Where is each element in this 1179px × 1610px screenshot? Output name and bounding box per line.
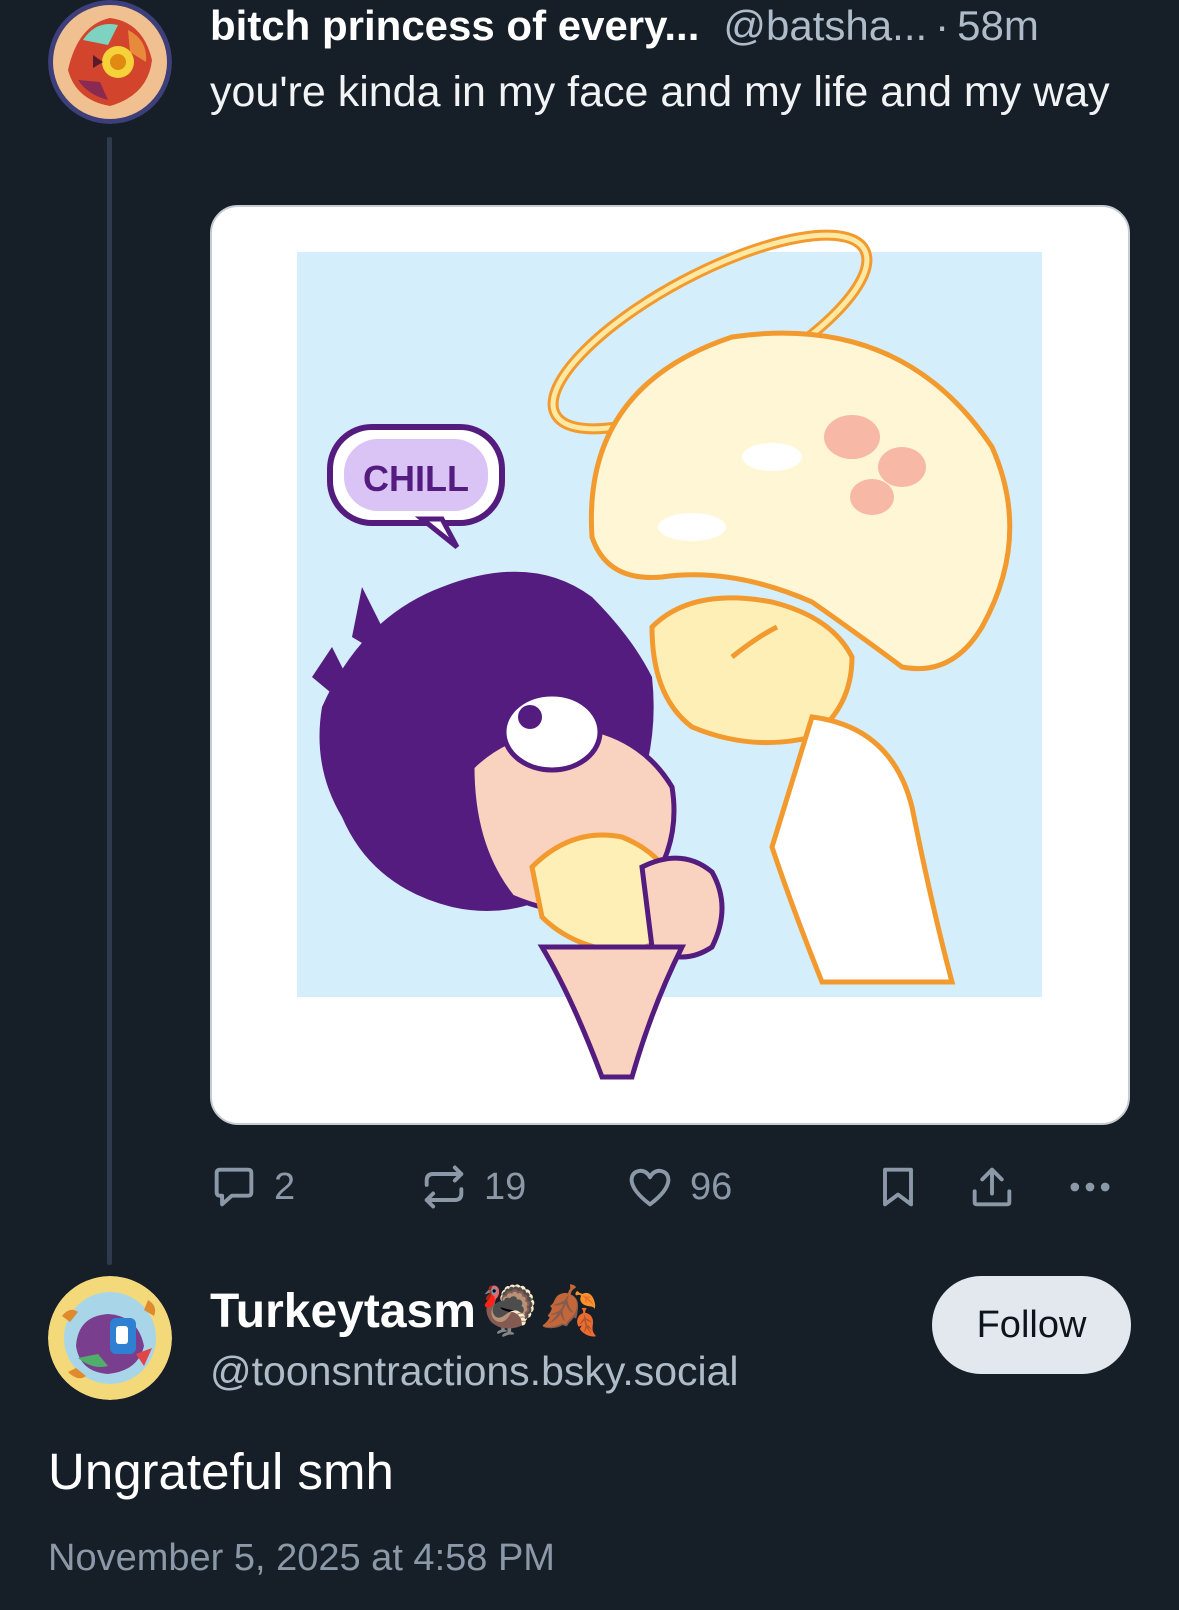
illustration: CHILL <box>297 229 1042 1080</box>
bookmark-icon <box>883 1167 913 1207</box>
reply-count: 2 <box>274 1165 296 1208</box>
follow-button[interactable]: Follow <box>932 1276 1131 1374</box>
like-icon <box>629 1168 671 1207</box>
thread-line <box>107 137 112 1265</box>
parent-author-avatar[interactable] <box>48 0 172 124</box>
reply-author-emoji: 🦃🍂 <box>479 1285 600 1338</box>
speech-bubble-text: CHILL <box>363 458 469 499</box>
avatar-art <box>48 1276 172 1400</box>
parent-author-handle[interactable]: @batsha... <box>723 0 927 52</box>
reply-icon <box>214 1167 254 1207</box>
reply-author-name[interactable]: Turkeytasm <box>210 1282 476 1342</box>
post-image[interactable]: CHILL <box>210 205 1130 1125</box>
share-button[interactable] <box>966 1158 1018 1216</box>
parent-author-name[interactable]: bitch princess of every... <box>210 0 699 52</box>
repost-count: 19 <box>484 1165 527 1208</box>
more-icon <box>1070 1182 1110 1192</box>
separator-dot: · <box>935 2 950 49</box>
reply-author-handle[interactable]: @toonsntractions.bsky.social <box>210 1345 739 1397</box>
parent-post-text: you're kinda in my face and my life and … <box>210 68 1110 116</box>
reply-author-avatar[interactable] <box>48 1276 172 1400</box>
share-icon <box>972 1167 1012 1207</box>
like-count: 96 <box>690 1165 733 1208</box>
reply-post-timestamp[interactable]: November 5, 2025 at 4:58 PM <box>48 1533 555 1583</box>
parent-post-time[interactable]: 58m <box>957 0 1039 52</box>
more-options-button[interactable] <box>1064 1158 1116 1216</box>
reply-button[interactable]: 2 <box>208 1158 295 1216</box>
avatar-art <box>48 0 172 124</box>
repost-button[interactable]: 19 <box>418 1158 526 1216</box>
parent-post-header: bitch princess of every... @batsha... · … <box>210 0 1130 52</box>
bookmark-button[interactable] <box>872 1158 924 1216</box>
reply-post-text: Ungrateful smh <box>48 1443 394 1500</box>
repost-icon <box>424 1165 464 1209</box>
like-button[interactable]: 96 <box>624 1158 732 1216</box>
reply-author-name-row[interactable]: Turkeytasm 🦃🍂 <box>210 1282 599 1342</box>
